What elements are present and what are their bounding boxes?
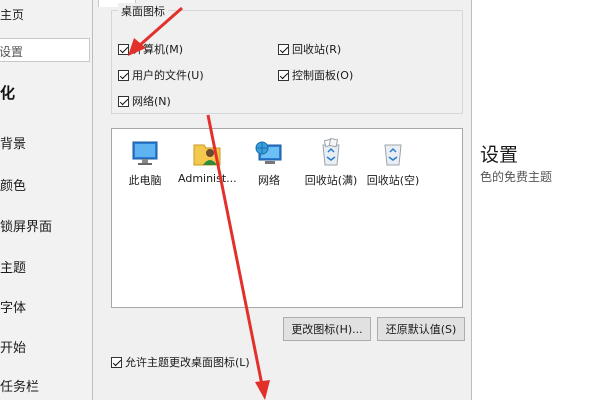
desktop-icon-settings-dialog: 桌面图标 计算机(M) 回收站(R) 用户的文件(U) 控制面板(O) 网络(N… [92, 0, 472, 400]
checkbox-checked-icon [118, 95, 129, 107]
settings-sidebar: 主页 设置 化 背景 颜色 锁屏界面 主题 字体 开始 任务栏 [0, 0, 92, 400]
nav-item-start[interactable]: 开始 [0, 337, 26, 356]
icon-item-recycle-bin-full[interactable]: 回收站(满) [302, 137, 360, 188]
checkbox-checked-icon [278, 43, 289, 55]
recycle-bin-checkbox[interactable]: 回收站(R) [278, 41, 341, 57]
icon-label: 回收站(空) [366, 174, 420, 187]
group-title: 桌面图标 [118, 3, 168, 19]
control-panel-checkbox[interactable]: 控制面板(O) [278, 67, 353, 83]
nav-item-themes[interactable]: 主题 [0, 257, 26, 276]
nav-item-taskbar[interactable]: 任务栏 [0, 376, 39, 395]
change-icon-button[interactable]: 更改图标(H)... [283, 317, 371, 341]
home-link[interactable]: 主页 [0, 6, 24, 23]
allow-themes-change-icons-checkbox[interactable]: 允许主题更改桌面图标(L) [111, 354, 250, 370]
checkbox-checked-icon [111, 356, 122, 368]
network-icon [255, 141, 282, 164]
user-files-checkbox[interactable]: 用户的文件(U) [118, 67, 204, 83]
nav-item-background[interactable]: 背景 [0, 133, 26, 152]
checkbox-label: 允许主题更改桌面图标(L) [125, 356, 250, 369]
nav-item-fonts[interactable]: 字体 [0, 297, 26, 316]
themes-related-settings-heading: 设置 [480, 144, 519, 166]
desktop-icon-list[interactable]: 此电脑 Administ... 网络 回收站(满) 回收站(空) [111, 128, 463, 308]
icon-label: 网络 [258, 174, 280, 187]
checkbox-label: 回收站(R) [292, 43, 342, 56]
user-folder-icon [193, 144, 221, 166]
section-title: 化 [0, 84, 16, 102]
icon-label: 回收站(满) [304, 174, 358, 187]
checkbox-label: 计算机(M) [132, 43, 184, 56]
nav-item-colors[interactable]: 颜色 [0, 175, 26, 194]
checkbox-label: 网络(N) [132, 95, 171, 108]
desktop-icons-group: 桌面图标 计算机(M) 回收站(R) 用户的文件(U) 控制面板(O) 网络(N… [111, 3, 463, 114]
checkbox-checked-icon [278, 69, 289, 81]
computer-checkbox[interactable]: 计算机(M) [118, 41, 183, 57]
checkbox-label: 用户的文件(U) [132, 69, 204, 82]
computer-icon [132, 141, 158, 165]
network-checkbox[interactable]: 网络(N) [118, 93, 171, 109]
icon-item-user-files[interactable]: Administ... [178, 137, 237, 185]
settings-search-input[interactable]: 设置 [0, 38, 90, 62]
restore-default-button[interactable]: 还原默认值(S) [377, 317, 465, 341]
checkbox-checked-icon [118, 69, 129, 81]
recycle-bin-full-icon [322, 137, 340, 166]
icon-item-recycle-bin-empty[interactable]: 回收站(空) [364, 137, 422, 188]
checkbox-label: 控制面板(O) [292, 69, 354, 82]
nav-item-lock-screen[interactable]: 锁屏界面 [0, 216, 52, 235]
icon-label: 此电脑 [128, 174, 162, 187]
icon-label: Administ... [178, 172, 237, 185]
icon-item-this-pc[interactable]: 此电脑 [116, 137, 174, 188]
icon-item-network[interactable]: 网络 [240, 137, 298, 188]
checkbox-checked-icon [118, 43, 129, 55]
themes-related-subtext[interactable]: 色的免费主题 [480, 168, 552, 185]
recycle-bin-empty-icon [384, 144, 402, 166]
